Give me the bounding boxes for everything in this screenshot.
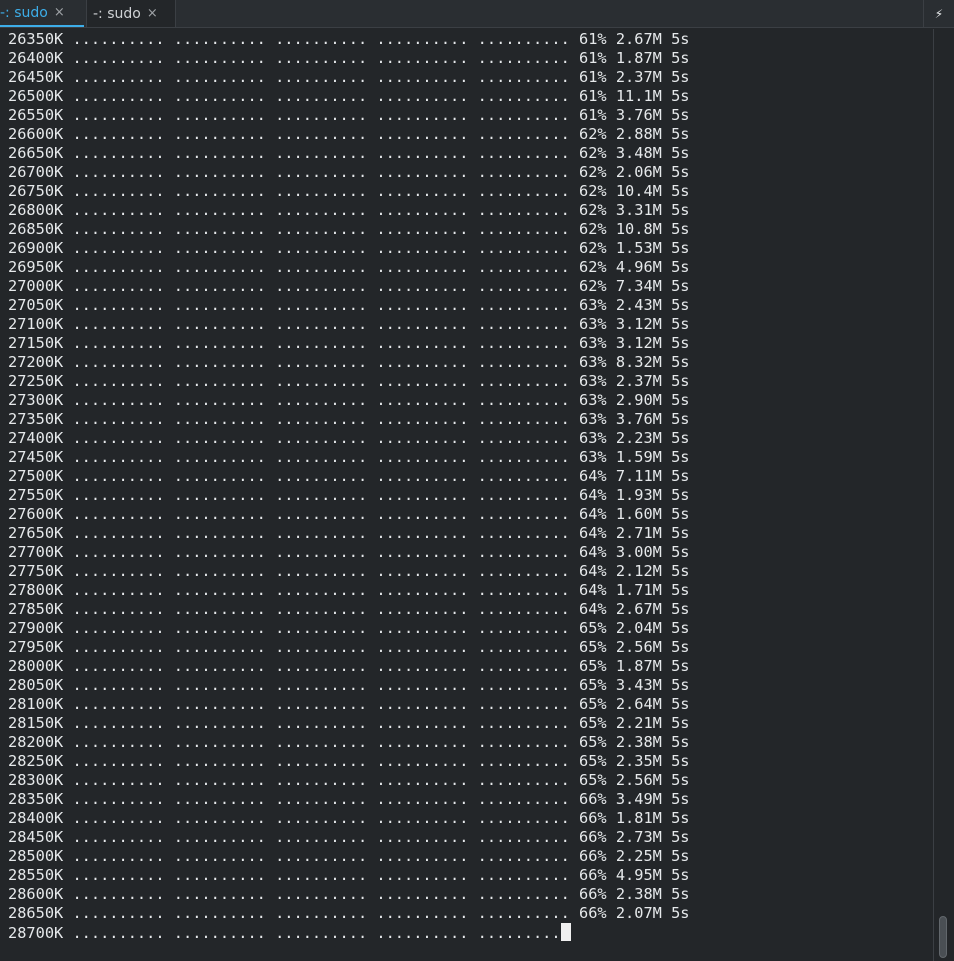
terminal-line: 26800K .......... .......... .......... … — [8, 201, 690, 219]
terminal-line: 28000K .......... .......... .......... … — [8, 657, 690, 675]
terminal-line: 27900K .......... .......... .......... … — [8, 619, 690, 637]
terminal-line: 27500K .......... .......... .......... … — [8, 467, 690, 485]
terminal-line: 28600K .......... .......... .......... … — [8, 885, 690, 903]
terminal-line: 27000K .......... .......... .......... … — [8, 277, 690, 295]
terminal-line: 27600K .......... .......... .......... … — [8, 505, 690, 523]
terminal-line: 27450K .......... .......... .......... … — [8, 448, 690, 466]
terminal-line: 27850K .......... .......... .......... … — [8, 600, 690, 618]
terminal-line: 28500K .......... .......... .......... … — [8, 847, 690, 865]
terminal-line: 27200K .......... .......... .......... … — [8, 353, 690, 371]
text-cursor — [560, 923, 571, 941]
tab-bar: -: sudo × -: sudo × ⚡ — [0, 0, 954, 28]
terminal-line: 28050K .......... .......... .......... … — [8, 676, 690, 694]
terminal-output[interactable]: 26350K .......... .......... .......... … — [8, 30, 908, 955]
terminal-line: 28450K .......... .......... .......... … — [8, 828, 690, 846]
terminal-line: 28100K .......... .......... .......... … — [8, 695, 690, 713]
terminal-line: 27700K .......... .......... .......... … — [8, 543, 690, 561]
terminal-line: 26650K .......... .......... .......... … — [8, 144, 690, 162]
tab-sudo-1[interactable]: -: sudo × — [0, 0, 84, 27]
terminal-line: 26850K .......... .......... .......... … — [8, 220, 690, 238]
terminal-line: 26900K .......... .......... .......... … — [8, 239, 690, 257]
terminal-line: 27950K .......... .......... .......... … — [8, 638, 690, 656]
terminal-current-text: 28700K .......... .......... .......... … — [8, 924, 561, 942]
terminal-line: 27650K .......... .......... .......... … — [8, 524, 690, 542]
scrollbar-thumb[interactable] — [939, 916, 947, 958]
terminal-line: 27750K .......... .......... .......... … — [8, 562, 690, 580]
terminal-line: 27150K .......... .......... .......... … — [8, 334, 690, 352]
terminal-current-line: 28700K .......... .......... .......... … — [8, 923, 908, 942]
scrollbar-track[interactable] — [933, 29, 954, 961]
terminal-line: 27800K .......... .......... .......... … — [8, 581, 690, 599]
terminal-line: 28300K .......... .......... .......... … — [8, 771, 690, 789]
terminal-line: 28550K .......... .......... .......... … — [8, 866, 690, 884]
terminal-line: 26500K .......... .......... .......... … — [8, 87, 690, 105]
terminal-line: 26600K .......... .......... .......... … — [8, 125, 690, 143]
close-icon[interactable]: × — [54, 5, 65, 20]
tab-sudo-2[interactable]: -: sudo × — [86, 0, 176, 27]
terminal-line: 27400K .......... .......... .......... … — [8, 429, 690, 447]
terminal-line: 27350K .......... .......... .......... … — [8, 410, 690, 428]
terminal-line: 27300K .......... .......... .......... … — [8, 391, 690, 409]
terminal-line: 26550K .......... .......... .......... … — [8, 106, 690, 124]
tab-label: -: sudo — [93, 5, 141, 22]
tab-label: -: sudo — [0, 4, 48, 21]
tabbar-menu-icon[interactable]: ⚡ — [923, 0, 954, 27]
close-icon[interactable]: × — [147, 6, 158, 21]
terminal-line: 27550K .......... .......... .......... … — [8, 486, 690, 504]
terminal-line: 28250K .......... .......... .......... … — [8, 752, 690, 770]
terminal-line: 28150K .......... .......... .......... … — [8, 714, 690, 732]
terminal-line: 26350K .......... .......... .......... … — [8, 30, 690, 48]
terminal-line: 26750K .......... .......... .......... … — [8, 182, 690, 200]
terminal-line: 26400K .......... .......... .......... … — [8, 49, 690, 67]
terminal-line: 26950K .......... .......... .......... … — [8, 258, 690, 276]
terminal-line: 26700K .......... .......... .......... … — [8, 163, 690, 181]
terminal-line: 26450K .......... .......... .......... … — [8, 68, 690, 86]
terminal-line: 27100K .......... .......... .......... … — [8, 315, 690, 333]
terminal-line: 28200K .......... .......... .......... … — [8, 733, 690, 751]
terminal-line: 28650K .......... .......... .......... … — [8, 904, 690, 922]
terminal-line: 28400K .......... .......... .......... … — [8, 809, 690, 827]
terminal-line: 27050K .......... .......... .......... … — [8, 296, 690, 314]
terminal-line: 28350K .......... .......... .......... … — [8, 790, 690, 808]
terminal-line: 27250K .......... .......... .......... … — [8, 372, 690, 390]
